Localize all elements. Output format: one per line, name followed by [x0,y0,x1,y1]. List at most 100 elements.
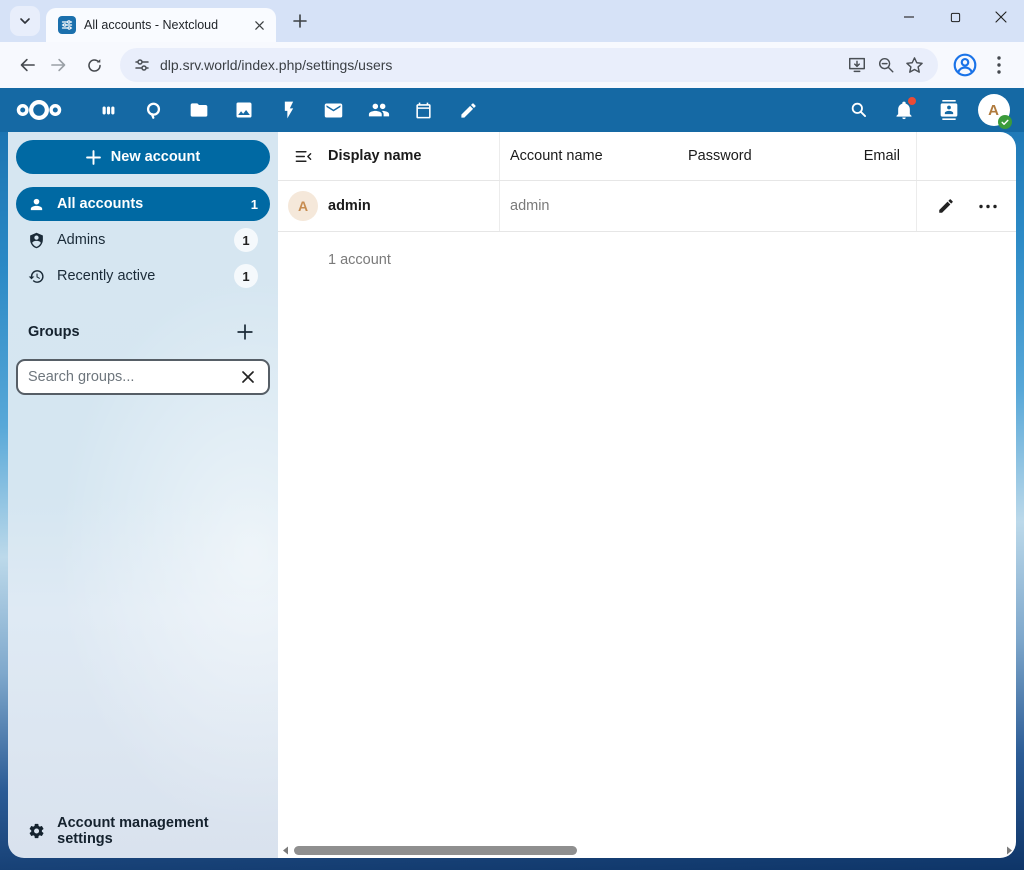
header-account-name[interactable]: Account name [500,148,688,164]
app-calendar-icon[interactable] [401,88,446,132]
plus-icon [293,14,307,28]
header-password[interactable]: Password [688,148,818,164]
site-settings-icon[interactable] [134,57,150,73]
sidebar-item-label: All accounts [57,196,144,212]
sidebar-item-label: Admins [57,232,106,248]
new-account-button[interactable]: New account [16,140,270,174]
row-display-name: admin [328,181,500,231]
tab-title: All accounts - Nextcloud [84,18,219,32]
install-app-icon[interactable] [847,55,867,75]
browser-toolbar: dlp.srv.world/index.php/settings/users [0,42,1024,88]
zoom-out-icon[interactable] [877,56,895,74]
back-arrow-icon [20,58,35,72]
row-menu-button[interactable] [976,194,1000,218]
edit-user-button[interactable] [934,194,958,218]
tab-close-icon[interactable] [250,16,268,34]
header-email[interactable]: Email [818,132,917,180]
clear-search-icon[interactable] [236,365,260,389]
forward-arrow-icon [51,58,66,72]
accounts-table-header: Display name Account name Password Email [278,132,1016,181]
scrollbar-thumb[interactable] [294,846,577,855]
browser-menu-button[interactable] [984,48,1014,82]
header-right-actions: A [836,88,1016,132]
menu-open-icon [295,150,311,162]
url-text[interactable]: dlp.srv.world/index.php/settings/users [160,57,837,73]
maximize-icon [950,12,960,22]
app-notes-icon[interactable] [446,88,491,132]
back-button[interactable] [10,49,42,81]
sidebar: New account All accounts 1 Admins 1 Rece… [8,132,278,858]
count-badge: 1 [250,196,258,212]
notification-dot [908,97,916,105]
row-email [818,181,917,231]
browser-window: All accounts - Nextcloud dlp.srv.world/i… [0,0,1024,870]
count-badge: 1 [234,264,258,288]
bookmark-star-icon[interactable] [905,56,924,75]
groups-label: Groups [28,324,80,340]
nextcloud-logo[interactable] [8,98,70,122]
account-management-settings-button[interactable]: Account management settings [16,812,270,850]
tab-search-button[interactable] [10,6,40,36]
sidebar-nav: All accounts 1 Admins 1 Recently active … [16,187,270,293]
address-bar[interactable]: dlp.srv.world/index.php/settings/users [120,48,938,82]
new-tab-button[interactable] [286,7,314,35]
scroll-right-arrow[interactable] [1004,846,1014,856]
contacts-menu-icon[interactable] [926,88,971,132]
reload-button[interactable] [78,49,110,81]
reload-icon [87,58,101,72]
sidebar-item-all-accounts[interactable]: All accounts 1 [16,187,270,221]
browser-tab[interactable]: All accounts - Nextcloud [46,8,276,42]
plus-icon [237,324,253,340]
close-window-button[interactable] [978,0,1024,34]
ellipsis-icon [978,204,997,208]
app-mail-icon[interactable] [311,88,356,132]
app-body: New account All accounts 1 Admins 1 Rece… [0,132,1024,870]
app-files-icon[interactable] [176,88,221,132]
tab-strip: All accounts - Nextcloud [0,0,1024,42]
unified-search-icon[interactable] [836,88,881,132]
app-photos-icon[interactable] [221,88,266,132]
minimize-button[interactable] [886,0,932,34]
new-account-label: New account [110,149,201,165]
sidebar-item-label: Recently active [57,268,156,284]
sidebar-item-recently-active[interactable]: Recently active 1 [16,259,270,293]
pencil-icon [938,199,953,213]
app-activity-icon[interactable] [266,88,311,132]
app-dashboard-icon[interactable] [86,88,131,132]
sidebar-item-admins[interactable]: Admins 1 [16,223,270,257]
gear-icon [29,823,44,839]
app-contacts-icon[interactable] [356,88,401,132]
group-search-box [16,359,270,395]
add-group-button[interactable] [232,319,258,345]
footer-label: Account management settings [57,815,209,847]
groups-header: Groups [16,319,270,345]
profile-icon [953,53,977,77]
app-menu [86,88,491,132]
forward-button[interactable] [44,49,76,81]
app-search-icon[interactable] [131,88,176,132]
kebab-menu-icon [997,56,1001,74]
row-avatar-cell: A [278,191,328,221]
plus-icon [85,149,101,165]
table-row[interactable]: A admin admin [278,181,1016,232]
row-actions [917,194,1016,218]
user-avatar-button[interactable]: A [971,88,1016,132]
search-groups-input[interactable] [28,369,230,385]
scroll-left-arrow[interactable] [280,846,290,856]
notifications-bell-icon[interactable] [881,88,926,132]
shield-account-icon [30,232,43,248]
window-controls [886,0,1024,34]
scrollbar-track[interactable] [290,846,1004,855]
browser-profile-button[interactable] [948,48,982,82]
row-account-name: admin [510,198,550,214]
maximize-button[interactable] [932,0,978,34]
header-display-name[interactable]: Display name [328,132,500,180]
count-badge: 1 [234,228,258,252]
account-icon [30,198,43,210]
chevron-down-icon [20,18,30,24]
minimize-icon [904,16,914,18]
horizontal-scrollbar[interactable] [280,844,1014,857]
avatar: A [288,191,318,221]
open-navigation-toggle[interactable] [278,147,328,166]
accounts-content: Display name Account name Password Email… [278,132,1016,858]
